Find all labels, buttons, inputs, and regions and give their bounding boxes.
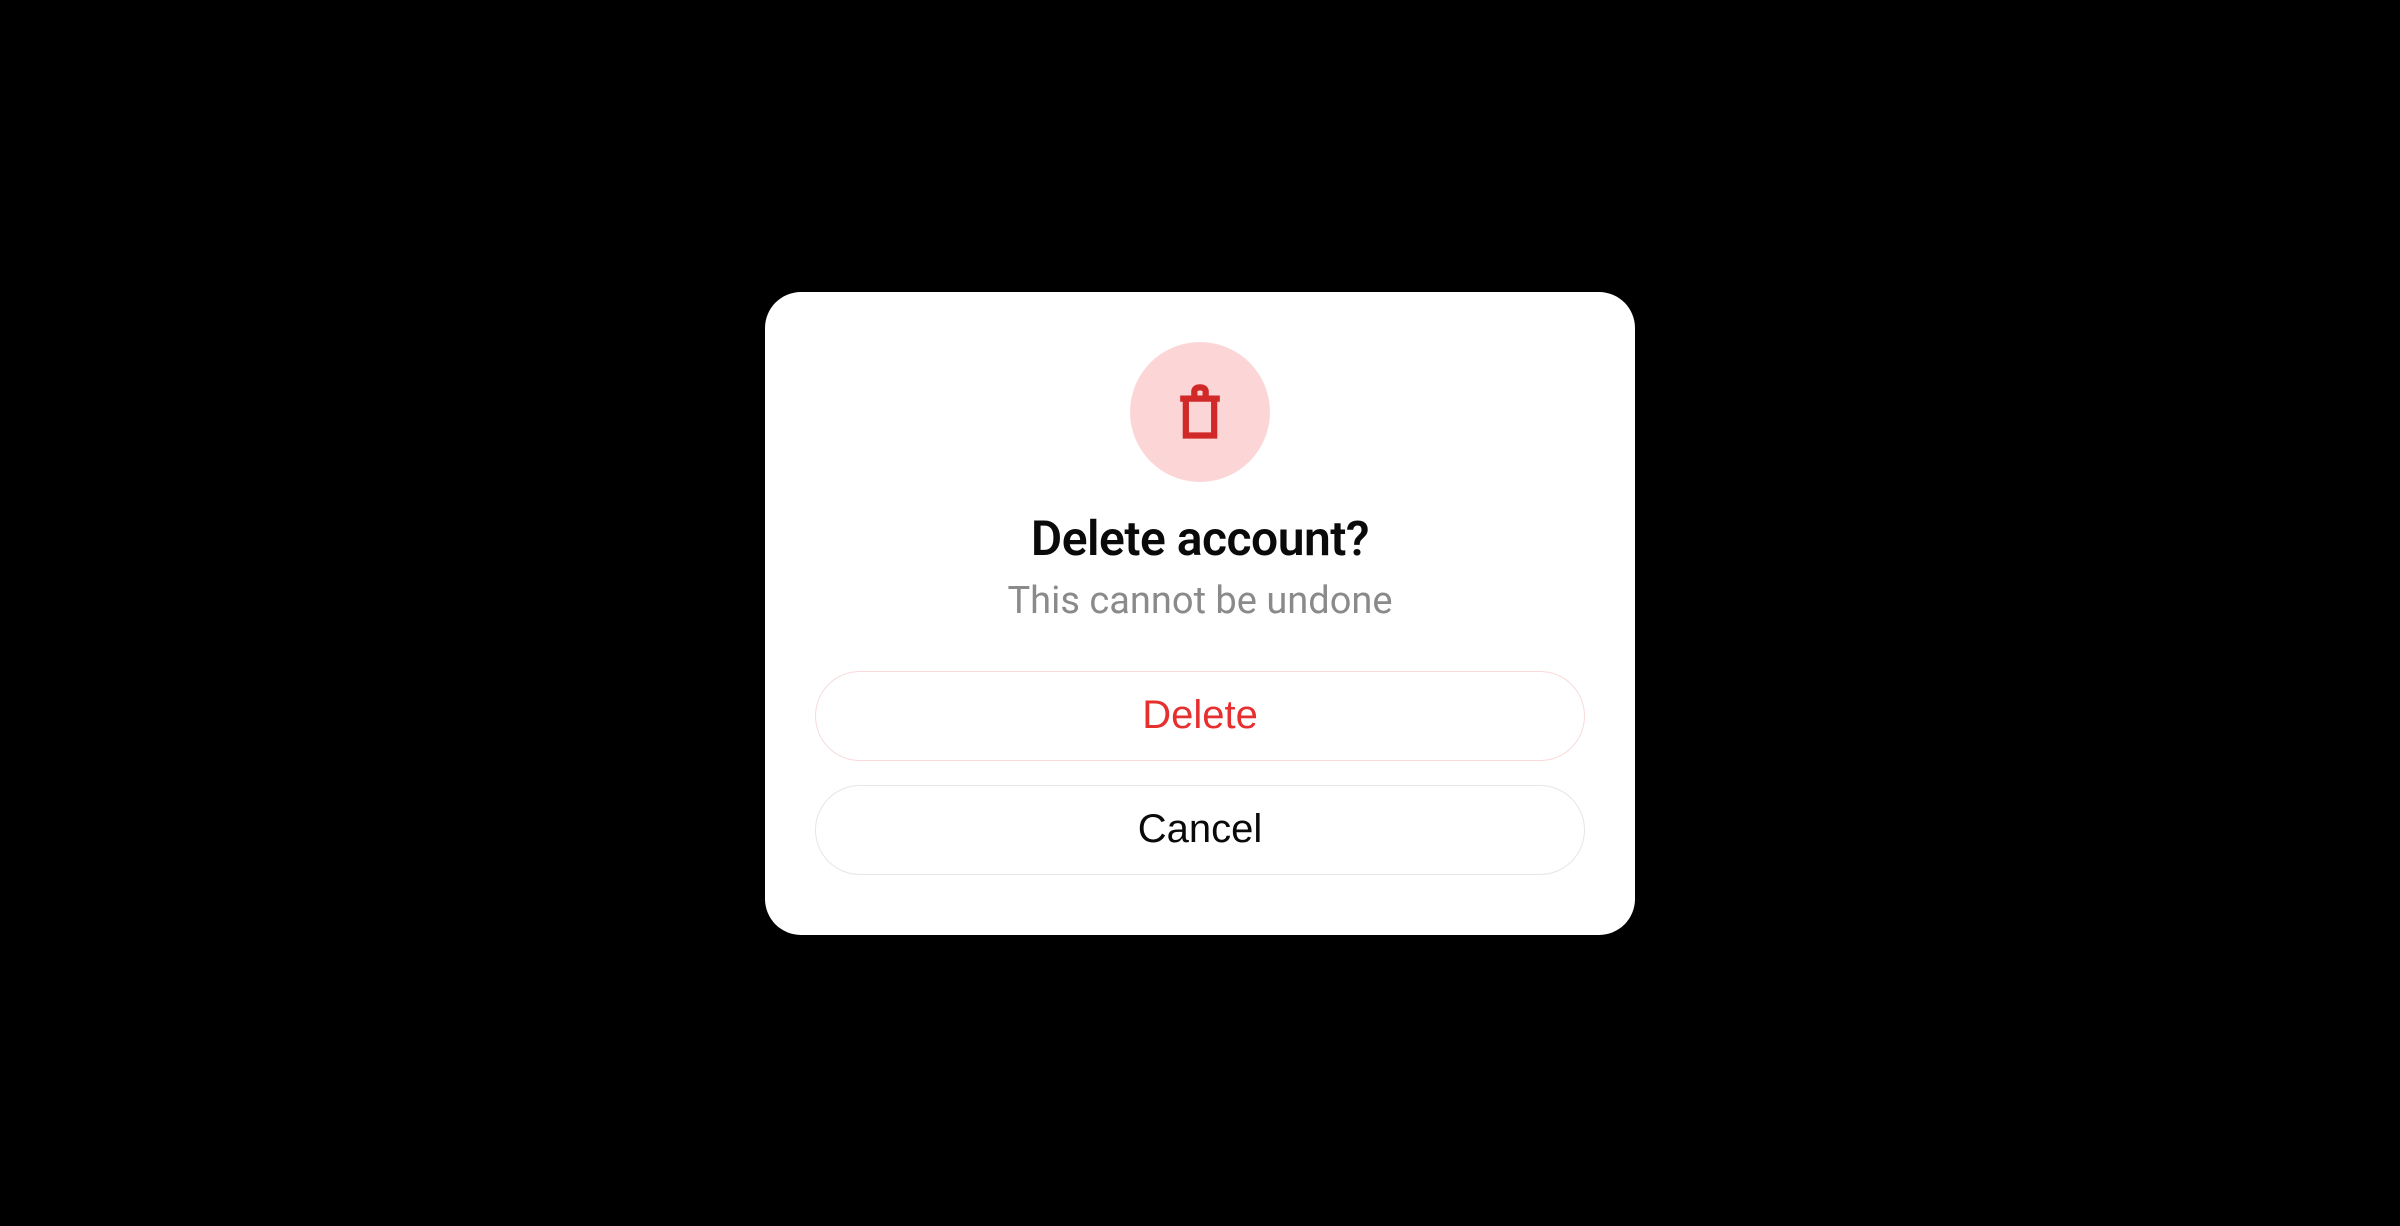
dialog-subtitle: This cannot be undone (1007, 579, 1392, 623)
delete-button[interactable]: Delete (815, 671, 1585, 761)
dialog-title: Delete account? (1031, 510, 1369, 567)
confirmation-dialog: Delete account? This cannot be undone De… (765, 292, 1635, 935)
dialog-icon-container (1130, 342, 1270, 482)
trash-icon (1166, 376, 1234, 448)
cancel-button[interactable]: Cancel (815, 785, 1585, 875)
